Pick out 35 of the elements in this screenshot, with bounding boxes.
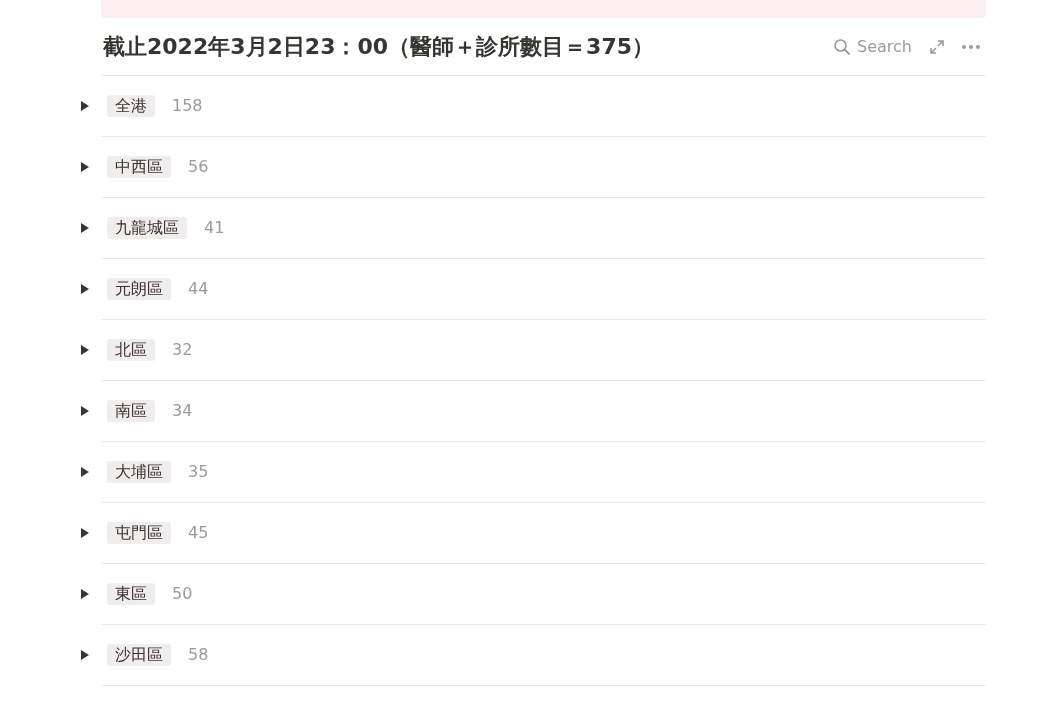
group-count: 34	[172, 400, 193, 422]
group-tag: 沙田區	[107, 644, 171, 666]
group-tag: 中西區	[107, 156, 171, 178]
group-tag: 全港	[107, 95, 155, 117]
caret-right-icon[interactable]	[80, 284, 90, 294]
caret-right-icon[interactable]	[80, 223, 90, 233]
group-tag: 南區	[107, 400, 155, 422]
group-tag: 大埔區	[107, 461, 171, 483]
database-title: 截止2022年3月2日23：00（醫師＋診所數目＝375）	[102, 33, 654, 61]
search-button[interactable]: Search	[833, 34, 912, 59]
group-tag: 屯門區	[107, 522, 171, 544]
group-tag: 元朗區	[107, 278, 171, 300]
group-count: 56	[188, 156, 209, 178]
group-count: 158	[172, 95, 203, 117]
caret-right-icon[interactable]	[80, 162, 90, 172]
more-icon[interactable]	[962, 44, 980, 49]
group-count: 58	[188, 644, 209, 666]
caret-right-icon[interactable]	[80, 528, 90, 538]
group-count: 50	[172, 583, 193, 605]
group-count: 44	[188, 278, 209, 300]
caret-right-icon[interactable]	[80, 589, 90, 599]
group-tag: 九龍城區	[107, 217, 187, 239]
caret-right-icon[interactable]	[80, 101, 90, 111]
caret-right-icon[interactable]	[80, 406, 90, 416]
caret-right-icon[interactable]	[80, 345, 90, 355]
group-tag: 北區	[107, 339, 155, 361]
caret-right-icon[interactable]	[80, 467, 90, 477]
search-icon	[833, 37, 852, 56]
group-count: 45	[188, 522, 209, 544]
group-tag: 東區	[107, 583, 155, 605]
group-count: 32	[172, 339, 193, 361]
group-count: 41	[204, 217, 225, 239]
caret-right-icon[interactable]	[80, 650, 90, 660]
expand-icon[interactable]	[930, 39, 944, 54]
group-count: 35	[188, 461, 209, 483]
